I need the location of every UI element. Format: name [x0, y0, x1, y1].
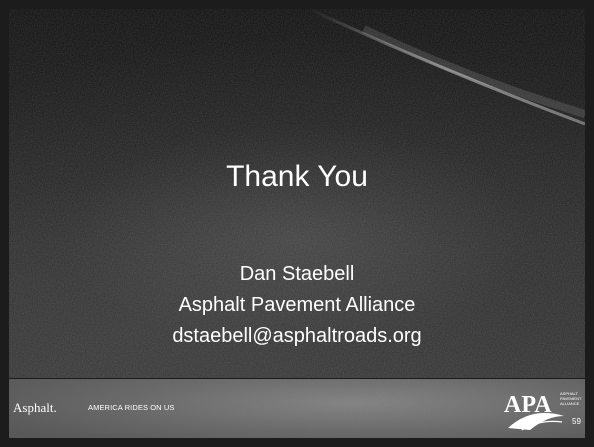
footer-tagline: AMERICA RIDES ON US	[88, 403, 175, 412]
footer-bar: Asphalt. AMERICA RIDES ON US APA ASPHALT…	[9, 379, 585, 438]
contact-email: dstaebell@asphaltroads.org	[172, 325, 422, 347]
asphalt-brand-logo: Asphalt.	[13, 400, 57, 415]
page-number: 59	[572, 417, 581, 426]
contact-organization: Asphalt Pavement Alliance	[178, 294, 416, 316]
slide-title: Thank You	[226, 160, 368, 193]
contact-block: Dan Staebell Asphalt Pavement Alliance d…	[9, 259, 585, 352]
svg-text:ALLIANCE: ALLIANCE	[560, 401, 580, 406]
slide: Thank You Dan Staebell Asphalt Pavement …	[0, 0, 594, 447]
asphalt-background: Thank You Dan Staebell Asphalt Pavement …	[9, 9, 585, 378]
contact-name: Dan Staebell	[239, 263, 355, 285]
